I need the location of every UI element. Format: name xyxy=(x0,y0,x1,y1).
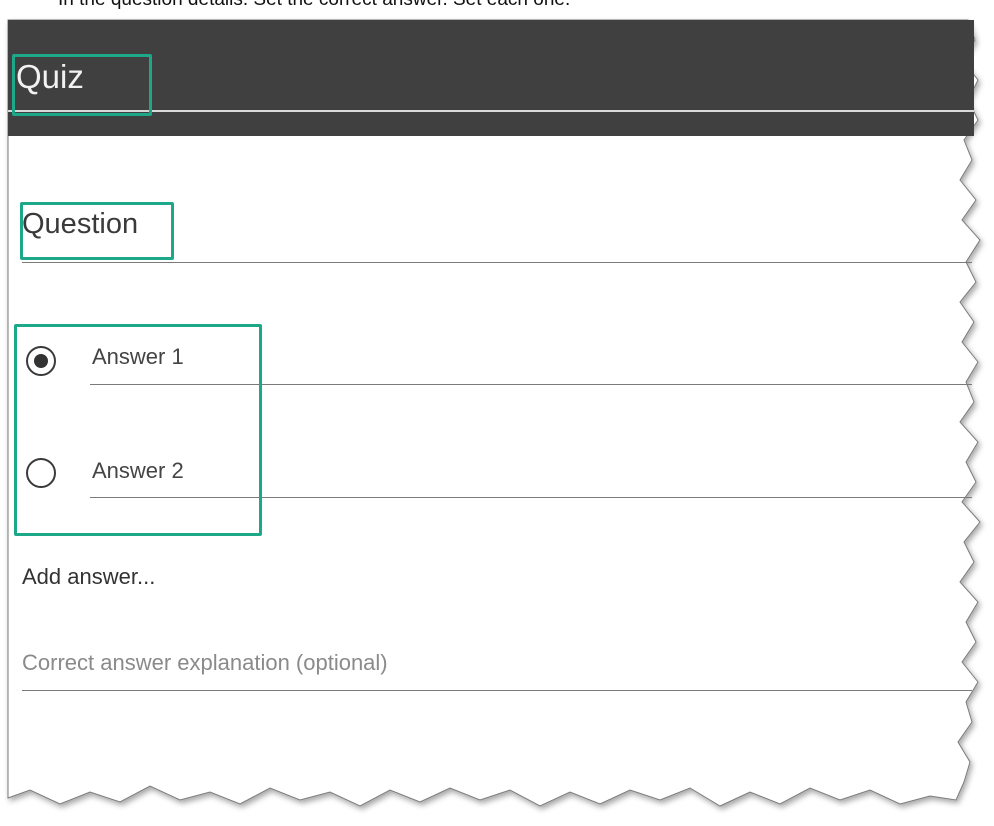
quiz-header xyxy=(8,20,974,136)
add-answer-link[interactable]: Add answer... xyxy=(22,566,155,588)
question-highlight-box xyxy=(20,202,174,260)
explanation-underline xyxy=(22,690,972,691)
answers-highlight-box xyxy=(14,324,262,536)
question-underline xyxy=(22,262,972,263)
title-underline xyxy=(8,110,974,112)
explanation-field[interactable]: Correct answer explanation (optional) xyxy=(22,652,388,674)
title-highlight-box xyxy=(12,54,152,116)
